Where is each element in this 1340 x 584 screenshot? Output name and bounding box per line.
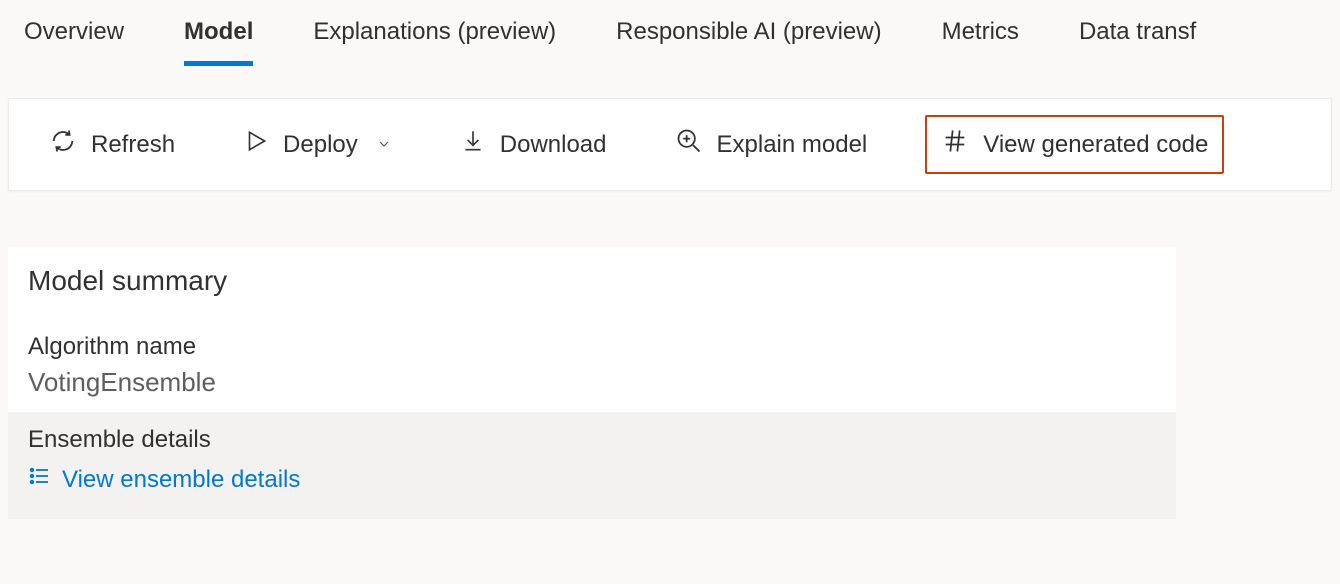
tab-overview[interactable]: Overview bbox=[24, 18, 124, 66]
hash-icon bbox=[941, 127, 969, 162]
download-button[interactable]: Download bbox=[450, 122, 617, 167]
algorithm-name-label: Algorithm name bbox=[28, 333, 1156, 361]
ensemble-details-label: Ensemble details bbox=[28, 426, 1156, 454]
play-icon bbox=[243, 128, 269, 161]
view-generated-code-button[interactable]: View generated code bbox=[925, 115, 1224, 174]
explain-model-label: Explain model bbox=[717, 131, 868, 159]
chevron-down-icon bbox=[376, 131, 392, 159]
download-icon bbox=[460, 128, 486, 161]
view-ensemble-details-text: View ensemble details bbox=[62, 466, 300, 494]
tab-model[interactable]: Model bbox=[184, 18, 253, 66]
download-label: Download bbox=[500, 131, 607, 159]
refresh-label: Refresh bbox=[91, 131, 175, 159]
refresh-button[interactable]: Refresh bbox=[39, 121, 185, 168]
tab-data-transf[interactable]: Data transf bbox=[1079, 18, 1196, 66]
model-summary-title: Model summary bbox=[8, 247, 1176, 319]
magnify-plus-icon bbox=[675, 127, 703, 162]
algorithm-section: Algorithm name VotingEnsemble bbox=[8, 319, 1176, 412]
deploy-label: Deploy bbox=[283, 131, 358, 159]
view-generated-code-label: View generated code bbox=[983, 131, 1208, 159]
ensemble-section: Ensemble details View ensemble details bbox=[8, 412, 1176, 519]
model-summary-card: Model summary Algorithm name VotingEnsem… bbox=[8, 247, 1176, 519]
nav-tabs: Overview Model Explanations (preview) Re… bbox=[0, 0, 1340, 66]
view-ensemble-details-link[interactable]: View ensemble details bbox=[28, 464, 1156, 495]
refresh-icon bbox=[49, 127, 77, 162]
deploy-button[interactable]: Deploy bbox=[233, 122, 402, 167]
list-icon bbox=[28, 464, 52, 495]
tab-explanations[interactable]: Explanations (preview) bbox=[313, 18, 556, 66]
tab-responsible-ai[interactable]: Responsible AI (preview) bbox=[616, 18, 881, 66]
tab-metrics[interactable]: Metrics bbox=[942, 18, 1019, 66]
algorithm-name-value: VotingEnsemble bbox=[28, 367, 1156, 398]
explain-model-button[interactable]: Explain model bbox=[665, 121, 878, 168]
command-bar: Refresh Deploy Download bbox=[8, 98, 1332, 191]
